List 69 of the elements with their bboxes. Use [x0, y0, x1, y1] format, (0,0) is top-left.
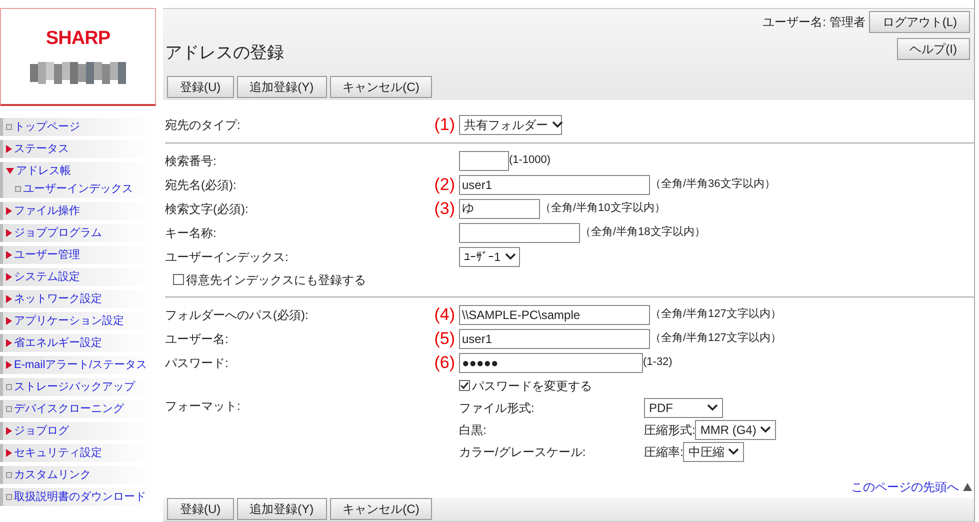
text-field[interactable]: user1 [459, 328, 650, 349]
checkbox[interactable] [459, 380, 470, 392]
action-button[interactable]: キャンセル(C) [330, 498, 432, 520]
input-hint: (1-1000) [509, 153, 551, 168]
text-field[interactable] [459, 222, 580, 243]
check-icon [460, 381, 469, 390]
field-label: 白黒: [459, 422, 488, 439]
square-bullet-icon [6, 124, 12, 130]
action-button[interactable]: キャンセル(C) [330, 76, 432, 98]
square-bullet-icon [6, 406, 12, 412]
field-label: 圧縮率: [644, 444, 684, 461]
field-label: キー名称: [165, 224, 218, 242]
checkbox[interactable] [173, 274, 184, 286]
field-label: ユーザー名: [165, 330, 230, 348]
input-hint: （全角/半角10文字以内） [540, 200, 666, 216]
field-label: 検索文字(必須): [165, 200, 250, 218]
square-bullet-icon [6, 384, 12, 390]
field-label: 宛先名(必須): [165, 176, 238, 194]
action-button[interactable]: 登録(U) [167, 76, 234, 98]
dropdown[interactable]: 共有フォルダー [459, 114, 562, 135]
up-triangle-icon [963, 482, 972, 491]
dropdown[interactable]: PDF [644, 398, 723, 418]
dropdown-caret-icon [728, 448, 740, 456]
input-hint: （全角/半角127文字以内） [650, 306, 782, 322]
field-label: ユーザーインデックス: [165, 248, 290, 266]
field-label: 宛先のタイプ: [165, 116, 242, 134]
dropdown-caret-icon [707, 404, 718, 412]
action-button[interactable]: 登録(U) [167, 498, 234, 520]
dropdown[interactable]: 中圧縮 [683, 442, 744, 462]
text-field[interactable] [459, 150, 509, 171]
user-name-label: ユーザー名: 管理者 [762, 14, 866, 31]
logout-button[interactable]: ログアウト(L) [869, 11, 970, 33]
field-label: ファイル形式: [459, 400, 536, 417]
field-label: 検索番号: [165, 152, 218, 170]
field-label: パスワード: [165, 354, 230, 372]
action-button[interactable]: 追加登録(Y) [236, 498, 327, 520]
input-hint: （全角/半角18文字以内） [580, 224, 706, 240]
field-label: 圧縮形式: [644, 422, 696, 439]
dropdown-caret-icon [504, 253, 516, 260]
dropdown-caret-icon [552, 121, 563, 128]
callout-number: (6) [434, 354, 455, 372]
checkbox-label: 得意先インデックスにも登録する [186, 272, 366, 289]
input-hint: (1-32) [643, 355, 672, 370]
page-top-link[interactable]: このページの先頭へ [851, 478, 959, 496]
action-button[interactable]: 追加登録(Y) [236, 76, 327, 98]
field-label: フォーマット: [165, 398, 242, 415]
brand-logo: SHARP [46, 29, 110, 48]
help-button[interactable]: ヘルプ(I) [896, 38, 970, 60]
callout-number: (2) [434, 176, 455, 194]
input-hint: （全角/半角127文字以内） [650, 330, 782, 346]
dropdown[interactable]: ﾕｰｻﾞｰ1 [459, 246, 520, 267]
square-bullet-icon [6, 494, 12, 500]
callout-number: (5) [434, 330, 455, 348]
checkbox-label: パスワードを変更する [472, 378, 592, 395]
text-field[interactable]: \\SAMPLE-PC\sample [459, 304, 650, 325]
callout-number: (3) [434, 200, 455, 218]
square-bullet-icon [15, 186, 21, 192]
text-field[interactable]: user1 [459, 174, 650, 195]
input-hint: （全角/半角36文字以内） [650, 176, 776, 192]
callout-number: (4) [434, 306, 455, 324]
callout-number: (1) [434, 116, 455, 134]
square-bullet-icon [6, 472, 12, 478]
field-label: フォルダーへのパス(必須): [165, 306, 310, 324]
field-label: カラー/グレースケール: [459, 444, 587, 461]
text-field[interactable]: ゆ [459, 198, 540, 219]
text-field[interactable]: ●●●●● [459, 352, 643, 373]
dropdown[interactable]: MMR (G4) [695, 420, 776, 440]
dropdown-caret-icon [760, 426, 772, 434]
page-title: アドレスの登録 [165, 42, 284, 64]
